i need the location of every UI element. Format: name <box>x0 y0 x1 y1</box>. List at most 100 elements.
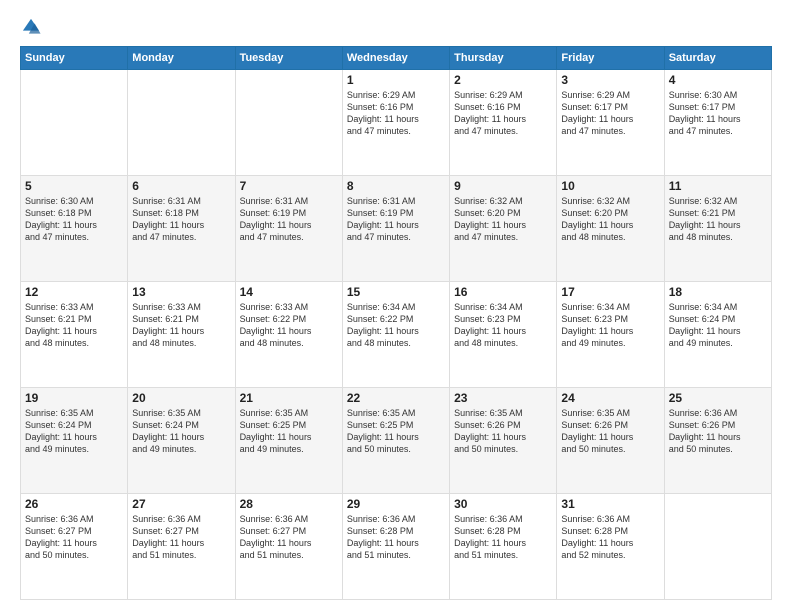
calendar-cell: 28 Sunrise: 6:36 AM Sunset: 6:27 PM Dayli… <box>235 494 342 600</box>
calendar-cell <box>664 494 771 600</box>
weekday-header-wednesday: Wednesday <box>342 47 449 70</box>
calendar-cell: 5Sunrise: 6:30 AM Sunset: 6:18 PM Daylig… <box>21 176 128 282</box>
day-info: Sunrise: 6:35 AM Sunset: 6:24 PM Dayligh… <box>132 407 230 456</box>
day-number: 19 <box>25 391 123 405</box>
day-number: 25 <box>669 391 767 405</box>
day-info: Sunrise: 6:36 AM Sunset: 6:28 PM Dayligh… <box>561 513 659 562</box>
calendar-cell: 14 Sunrise: 6:33 AM Sunset: 6:22 PM Dayli… <box>235 282 342 388</box>
day-info: Sunrise: 6:32 AM Sunset: 6:20 PM Dayligh… <box>454 195 552 244</box>
calendar-week-row: 5Sunrise: 6:30 AM Sunset: 6:18 PM Daylig… <box>21 176 772 282</box>
calendar-table: SundayMondayTuesdayWednesdayThursdayFrid… <box>20 46 772 600</box>
logo <box>20 16 46 38</box>
day-info: Sunrise: 6:35 AM Sunset: 6:25 PM Dayligh… <box>240 407 338 456</box>
calendar-cell <box>128 70 235 176</box>
day-info: Sunrise: 6:29 AM Sunset: 6:16 PM Dayligh… <box>454 89 552 138</box>
day-number: 24 <box>561 391 659 405</box>
calendar-cell: 18 Sunrise: 6:34 AM Sunset: 6:24 PM Dayli… <box>664 282 771 388</box>
day-number: 6 <box>132 179 230 193</box>
calendar-cell: 8 Sunrise: 6:31 AM Sunset: 6:19 PM Daylig… <box>342 176 449 282</box>
calendar-cell: 17Sunrise: 6:34 AM Sunset: 6:23 PM Dayli… <box>557 282 664 388</box>
day-info: Sunrise: 6:34 AM Sunset: 6:22 PM Dayligh… <box>347 301 445 350</box>
day-number: 29 <box>347 497 445 511</box>
day-info: Sunrise: 6:34 AM Sunset: 6:23 PM Dayligh… <box>454 301 552 350</box>
calendar-week-row: 12Sunrise: 6:33 AM Sunset: 6:21 PM Dayli… <box>21 282 772 388</box>
day-number: 1 <box>347 73 445 87</box>
day-number: 28 <box>240 497 338 511</box>
calendar-cell: 25 Sunrise: 6:36 AM Sunset: 6:26 PM Dayli… <box>664 388 771 494</box>
calendar-cell: 21 Sunrise: 6:35 AM Sunset: 6:25 PM Dayli… <box>235 388 342 494</box>
day-number: 20 <box>132 391 230 405</box>
calendar-cell <box>235 70 342 176</box>
day-number: 4 <box>669 73 767 87</box>
calendar-cell: 6 Sunrise: 6:31 AM Sunset: 6:18 PM Daylig… <box>128 176 235 282</box>
weekday-header-saturday: Saturday <box>664 47 771 70</box>
header <box>20 16 772 38</box>
day-number: 2 <box>454 73 552 87</box>
calendar-cell: 12Sunrise: 6:33 AM Sunset: 6:21 PM Dayli… <box>21 282 128 388</box>
day-info: Sunrise: 6:36 AM Sunset: 6:26 PM Dayligh… <box>669 407 767 456</box>
day-number: 22 <box>347 391 445 405</box>
day-info: Sunrise: 6:36 AM Sunset: 6:27 PM Dayligh… <box>240 513 338 562</box>
day-number: 26 <box>25 497 123 511</box>
day-number: 11 <box>669 179 767 193</box>
day-info: Sunrise: 6:33 AM Sunset: 6:21 PM Dayligh… <box>132 301 230 350</box>
day-info: Sunrise: 6:36 AM Sunset: 6:27 PM Dayligh… <box>132 513 230 562</box>
day-info: Sunrise: 6:29 AM Sunset: 6:17 PM Dayligh… <box>561 89 659 138</box>
calendar-cell: 11 Sunrise: 6:32 AM Sunset: 6:21 PM Dayli… <box>664 176 771 282</box>
day-number: 10 <box>561 179 659 193</box>
calendar-cell: 31Sunrise: 6:36 AM Sunset: 6:28 PM Dayli… <box>557 494 664 600</box>
day-info: Sunrise: 6:33 AM Sunset: 6:21 PM Dayligh… <box>25 301 123 350</box>
day-number: 27 <box>132 497 230 511</box>
day-info: Sunrise: 6:32 AM Sunset: 6:20 PM Dayligh… <box>561 195 659 244</box>
day-info: Sunrise: 6:34 AM Sunset: 6:24 PM Dayligh… <box>669 301 767 350</box>
day-info: Sunrise: 6:33 AM Sunset: 6:22 PM Dayligh… <box>240 301 338 350</box>
calendar-cell: 3 Sunrise: 6:29 AM Sunset: 6:17 PM Daylig… <box>557 70 664 176</box>
calendar-cell: 16 Sunrise: 6:34 AM Sunset: 6:23 PM Dayli… <box>450 282 557 388</box>
calendar-cell: 19 Sunrise: 6:35 AM Sunset: 6:24 PM Dayli… <box>21 388 128 494</box>
calendar-cell: 27 Sunrise: 6:36 AM Sunset: 6:27 PM Dayli… <box>128 494 235 600</box>
calendar-cell: 20 Sunrise: 6:35 AM Sunset: 6:24 PM Dayli… <box>128 388 235 494</box>
calendar-cell: 10 Sunrise: 6:32 AM Sunset: 6:20 PM Dayli… <box>557 176 664 282</box>
day-number: 3 <box>561 73 659 87</box>
day-number: 23 <box>454 391 552 405</box>
page: SundayMondayTuesdayWednesdayThursdayFrid… <box>0 0 792 612</box>
calendar-cell: 15Sunrise: 6:34 AM Sunset: 6:22 PM Dayli… <box>342 282 449 388</box>
day-info: Sunrise: 6:31 AM Sunset: 6:18 PM Dayligh… <box>132 195 230 244</box>
calendar-cell: 4 Sunrise: 6:30 AM Sunset: 6:17 PM Daylig… <box>664 70 771 176</box>
day-info: Sunrise: 6:35 AM Sunset: 6:26 PM Dayligh… <box>561 407 659 456</box>
weekday-row: SundayMondayTuesdayWednesdayThursdayFrid… <box>21 47 772 70</box>
day-info: Sunrise: 6:31 AM Sunset: 6:19 PM Dayligh… <box>347 195 445 244</box>
day-info: Sunrise: 6:35 AM Sunset: 6:24 PM Dayligh… <box>25 407 123 456</box>
day-number: 13 <box>132 285 230 299</box>
calendar-week-row: 26 Sunrise: 6:36 AM Sunset: 6:27 PM Dayli… <box>21 494 772 600</box>
calendar-cell: 30Sunrise: 6:36 AM Sunset: 6:28 PM Dayli… <box>450 494 557 600</box>
day-number: 14 <box>240 285 338 299</box>
day-info: Sunrise: 6:30 AM Sunset: 6:17 PM Dayligh… <box>669 89 767 138</box>
day-number: 21 <box>240 391 338 405</box>
day-number: 8 <box>347 179 445 193</box>
day-info: Sunrise: 6:32 AM Sunset: 6:21 PM Dayligh… <box>669 195 767 244</box>
calendar-cell: 1 Sunrise: 6:29 AM Sunset: 6:16 PM Daylig… <box>342 70 449 176</box>
weekday-header-sunday: Sunday <box>21 47 128 70</box>
day-number: 16 <box>454 285 552 299</box>
calendar-cell: 22Sunrise: 6:35 AM Sunset: 6:25 PM Dayli… <box>342 388 449 494</box>
day-number: 30 <box>454 497 552 511</box>
day-info: Sunrise: 6:35 AM Sunset: 6:26 PM Dayligh… <box>454 407 552 456</box>
day-number: 9 <box>454 179 552 193</box>
day-number: 18 <box>669 285 767 299</box>
day-info: Sunrise: 6:31 AM Sunset: 6:19 PM Dayligh… <box>240 195 338 244</box>
day-info: Sunrise: 6:29 AM Sunset: 6:16 PM Dayligh… <box>347 89 445 138</box>
day-info: Sunrise: 6:36 AM Sunset: 6:27 PM Dayligh… <box>25 513 123 562</box>
calendar-cell: 23 Sunrise: 6:35 AM Sunset: 6:26 PM Dayli… <box>450 388 557 494</box>
weekday-header-thursday: Thursday <box>450 47 557 70</box>
calendar-cell: 13 Sunrise: 6:33 AM Sunset: 6:21 PM Dayli… <box>128 282 235 388</box>
logo-icon <box>20 16 42 38</box>
day-info: Sunrise: 6:34 AM Sunset: 6:23 PM Dayligh… <box>561 301 659 350</box>
calendar-cell: 2 Sunrise: 6:29 AM Sunset: 6:16 PM Daylig… <box>450 70 557 176</box>
calendar-week-row: 19 Sunrise: 6:35 AM Sunset: 6:24 PM Dayli… <box>21 388 772 494</box>
calendar-week-row: 1 Sunrise: 6:29 AM Sunset: 6:16 PM Daylig… <box>21 70 772 176</box>
weekday-header-tuesday: Tuesday <box>235 47 342 70</box>
weekday-header-monday: Monday <box>128 47 235 70</box>
calendar-cell: 7Sunrise: 6:31 AM Sunset: 6:19 PM Daylig… <box>235 176 342 282</box>
day-info: Sunrise: 6:36 AM Sunset: 6:28 PM Dayligh… <box>347 513 445 562</box>
